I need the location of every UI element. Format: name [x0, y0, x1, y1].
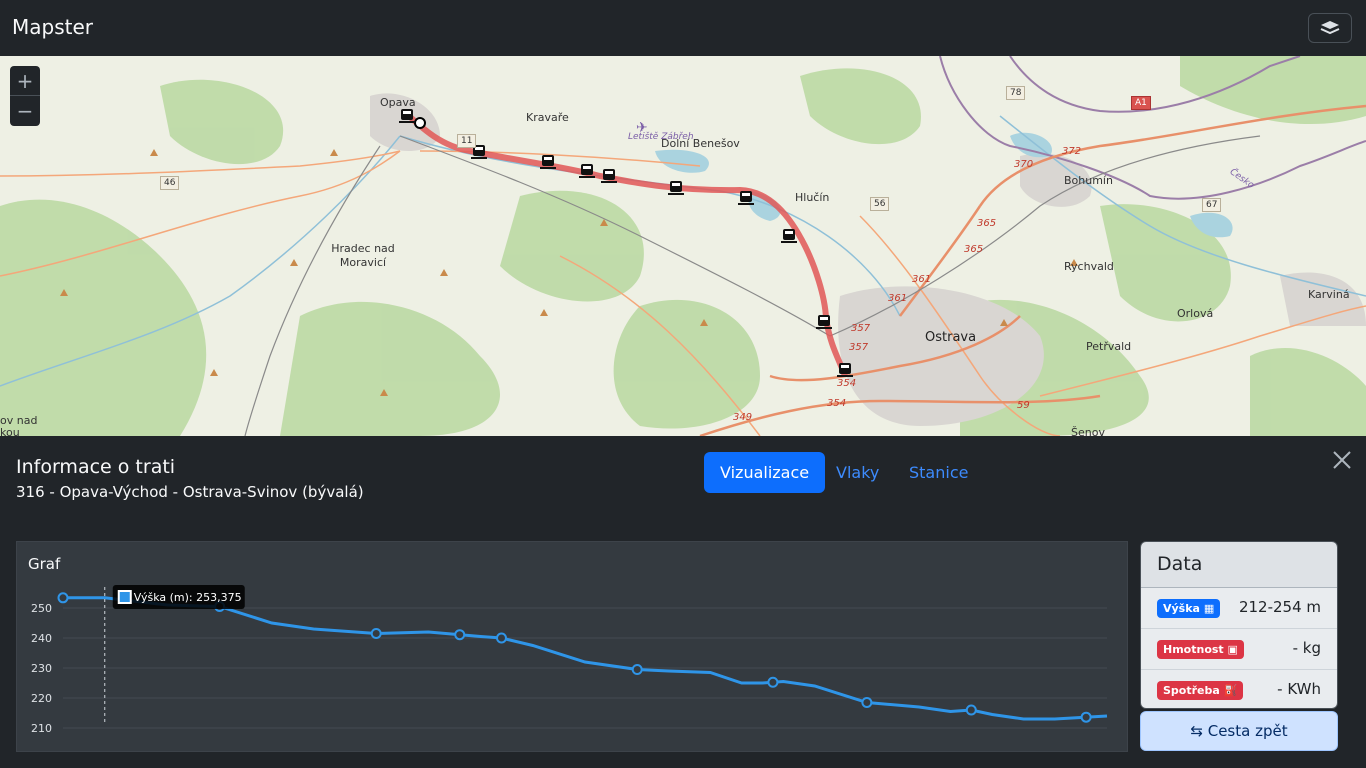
height-badge-label: Výška — [1163, 602, 1200, 615]
graph-title: Graf — [28, 555, 61, 573]
y-tick-label: 210 — [31, 722, 52, 735]
return-route-button[interactable]: ⇆ Cesta zpět — [1140, 711, 1338, 751]
road-number: 357 — [849, 342, 869, 353]
data-point[interactable] — [767, 676, 779, 688]
data-point[interactable] — [631, 664, 643, 675]
data-row-consumption: Spotřeba ⛽ - KWh — [1141, 670, 1337, 708]
map-view[interactable]: ✈ Opava Kravaře Dolní Benešov Letiště Zá… — [0, 56, 1366, 436]
close-icon[interactable] — [1330, 448, 1354, 472]
elevation-graph: 250 240 230 220 210 Výška (m): 253,375 — [16, 541, 1128, 752]
consumption-badge: Spotřeba ⛽ — [1157, 681, 1244, 700]
data-point[interactable] — [1080, 711, 1092, 723]
place-label: Šenov — [1071, 426, 1105, 436]
road-number: 354 — [837, 378, 857, 389]
data-point[interactable] — [965, 704, 977, 716]
road-number: 361 — [912, 274, 932, 285]
data-card: Data Výška ▦ 212-254 m Hmotnost ▣ - kg S… — [1140, 541, 1338, 709]
road-number: 59 — [1017, 400, 1030, 411]
fuel-icon: ⛽ — [1223, 684, 1238, 697]
road-number: 11 — [457, 134, 477, 148]
series-line — [63, 596, 1108, 721]
route-start-marker — [414, 117, 426, 129]
road-number: A1 — [1131, 96, 1151, 110]
tooltip-text: Výška (m): 253,375 — [134, 591, 242, 604]
place-label: Hradec nad Moravicí — [331, 242, 395, 269]
train-icon: ▣ — [1227, 643, 1238, 656]
consumption-value: - KWh — [1277, 680, 1321, 698]
swap-arrows-icon: ⇆ — [1190, 722, 1203, 740]
layers-icon — [1320, 21, 1340, 35]
road-number: 349 — [733, 412, 753, 423]
road-number: 365 — [964, 244, 984, 255]
tab-vlaky[interactable]: Vlaky — [820, 452, 895, 493]
mass-badge: Hmotnost ▣ — [1157, 640, 1244, 659]
place-label: Ostrava — [925, 330, 977, 345]
layers-button[interactable] — [1308, 13, 1352, 43]
route-name: 316 - Opava-Východ - Ostrava-Svinov (býv… — [16, 483, 364, 501]
height-badge: Výška ▦ — [1157, 599, 1221, 618]
elevation-chart[interactable]: 250 240 230 220 210 Výška (m): 253,375 — [17, 542, 1129, 753]
place-label: Letiště Zábřeh — [628, 132, 694, 142]
data-point[interactable] — [57, 592, 69, 604]
place-label: Opava — [380, 96, 416, 109]
road-number: 56 — [870, 197, 890, 211]
road-number: 67 — [1202, 198, 1222, 212]
tooltip-swatch — [117, 590, 132, 604]
place-label: Hlučín — [795, 191, 830, 204]
road-number: 357 — [851, 323, 871, 334]
tab-stanice[interactable]: Stanice — [893, 452, 984, 493]
mass-badge-label: Hmotnost — [1163, 643, 1224, 656]
data-point[interactable] — [370, 628, 382, 639]
data-point[interactable] — [861, 697, 873, 708]
road-number: 372 — [1062, 146, 1082, 157]
place-label: Petřvald — [1086, 340, 1132, 353]
data-row-mass: Hmotnost ▣ - kg — [1141, 629, 1337, 670]
road-number: 78 — [1006, 86, 1026, 100]
chart-tooltip: Výška (m): 253,375 — [112, 585, 245, 609]
y-tick-label: 240 — [31, 632, 52, 645]
data-point[interactable] — [495, 632, 507, 644]
road-number: 361 — [888, 293, 908, 304]
y-tick-label: 220 — [31, 692, 52, 705]
top-navbar: Mapster — [0, 0, 1366, 56]
zoom-out-button[interactable]: − — [10, 96, 40, 126]
place-label: Kravaře — [526, 111, 569, 124]
data-row-height: Výška ▦ 212-254 m — [1141, 588, 1337, 629]
return-route-label: Cesta zpět — [1207, 722, 1288, 740]
data-point[interactable] — [454, 629, 466, 641]
map-tiles: ✈ — [0, 56, 1366, 436]
height-value: 212-254 m — [1238, 598, 1321, 616]
app-title[interactable]: Mapster — [12, 15, 93, 39]
place-label: Karviná — [1308, 288, 1350, 301]
y-tick-label: 250 — [31, 602, 52, 615]
road-number: 365 — [977, 218, 997, 229]
road-number: 354 — [827, 398, 847, 409]
data-card-title: Data — [1141, 542, 1337, 588]
place-label: Bohumín — [1064, 174, 1113, 187]
zoom-in-button[interactable]: + — [10, 66, 40, 96]
road-number: 46 — [160, 176, 180, 190]
place-label: kou — [0, 426, 20, 436]
place-label: Rychvald — [1064, 260, 1114, 273]
place-label: Orlová — [1177, 307, 1214, 320]
zoom-control: + − — [10, 66, 40, 126]
ruler-icon: ▦ — [1203, 602, 1215, 615]
y-tick-label: 230 — [31, 662, 52, 675]
consumption-badge-label: Spotřeba — [1163, 684, 1220, 697]
mass-value: - kg — [1292, 639, 1321, 657]
tab-vizualizace[interactable]: Vizualizace — [704, 452, 826, 493]
panel-title: Informace o trati — [16, 456, 176, 478]
road-number: 370 — [1014, 159, 1034, 170]
